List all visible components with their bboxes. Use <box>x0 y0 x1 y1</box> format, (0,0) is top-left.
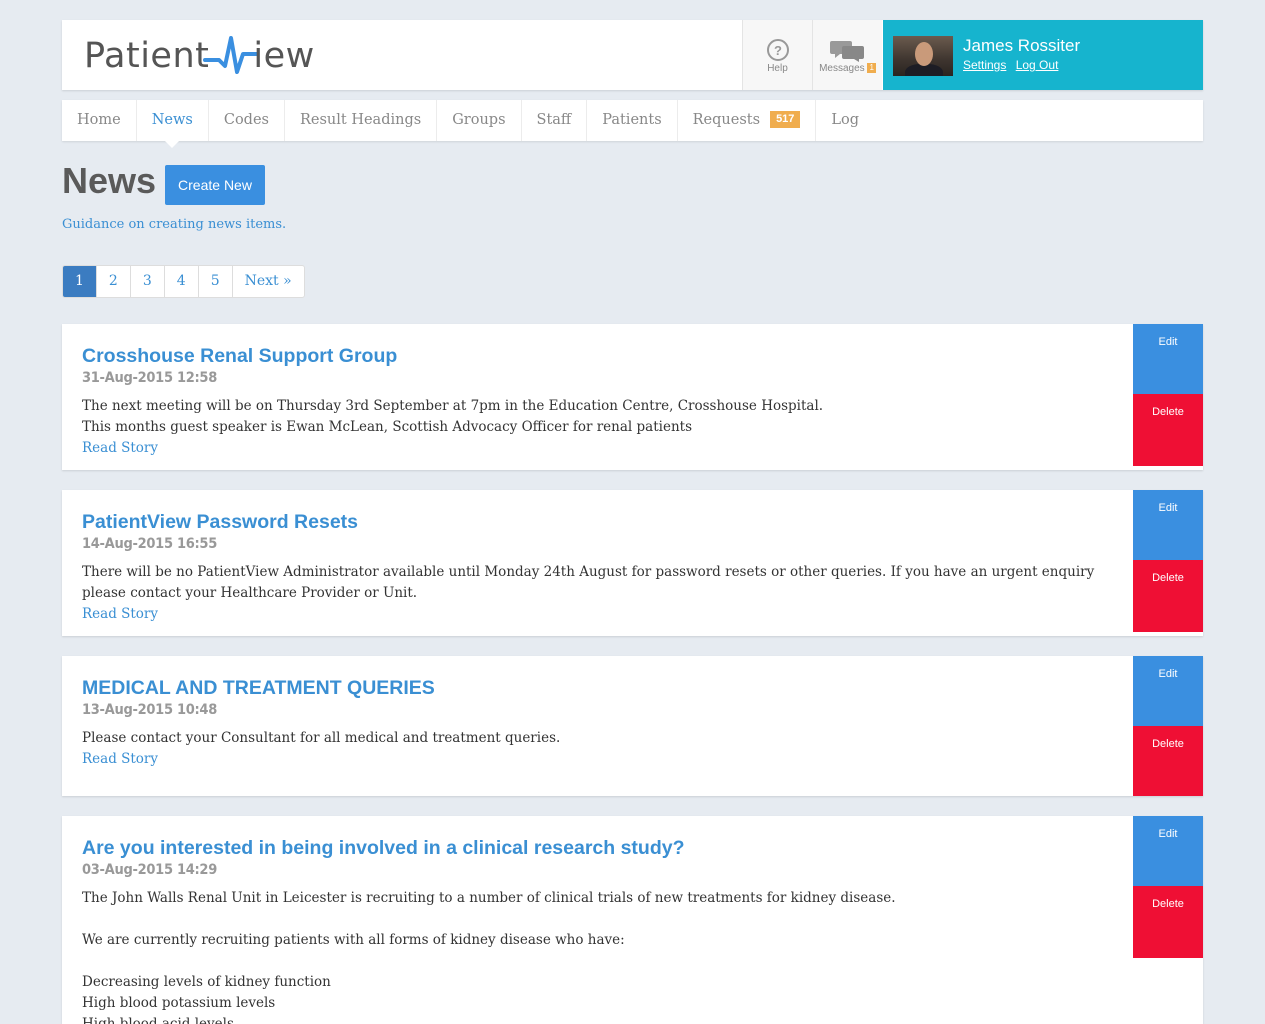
nav-news[interactable]: News <box>137 100 209 148</box>
news-date: 13-Aug-2015 10:48 <box>82 702 217 718</box>
help-icon: ? <box>766 39 789 61</box>
messages-count-badge: 1 <box>867 63 876 73</box>
nav-requests[interactable]: Requests 517 <box>678 100 817 141</box>
patientview-logo[interactable]: Patient iew <box>84 34 315 78</box>
news-date: 31-Aug-2015 12:58 <box>82 370 217 386</box>
news-text: The next meeting will be on Thursday 3rd… <box>82 396 1113 438</box>
edit-button[interactable]: Edit <box>1133 816 1203 886</box>
page-3-button[interactable]: 3 <box>131 266 165 297</box>
nav-result-headings[interactable]: Result Headings <box>285 100 438 141</box>
edit-button[interactable]: Edit <box>1133 490 1203 560</box>
nav-staff[interactable]: Staff <box>522 100 588 141</box>
delete-button[interactable]: Delete <box>1133 394 1203 466</box>
news-title[interactable]: PatientView Password Resets <box>82 510 1113 534</box>
messages-label: Messages <box>819 63 865 74</box>
next-page-button[interactable]: Next » <box>233 266 304 297</box>
read-story-link[interactable]: Read Story <box>82 749 1113 770</box>
nav-groups[interactable]: Groups <box>437 100 522 141</box>
main-nav: Home News Codes Result Headings Groups S… <box>62 100 1203 148</box>
news-item: Are you interested in being involved in … <box>62 816 1203 1024</box>
delete-button[interactable]: Delete <box>1133 886 1203 958</box>
news-line: High blood acid levels <box>82 1016 234 1024</box>
nav-requests-label: Requests <box>692 112 761 128</box>
news-text: Please contact your Consultant for all m… <box>82 728 1113 749</box>
nav-log[interactable]: Log <box>816 100 874 141</box>
read-story-link[interactable]: Read Story <box>82 604 1113 625</box>
news-line: This months guest speaker is Ewan McLean… <box>82 419 692 435</box>
news-title[interactable]: MEDICAL AND TREATMENT QUERIES <box>82 676 1113 700</box>
news-item: PatientView Password Resets 14-Aug-2015 … <box>62 490 1203 636</box>
logo-text-left: Patient <box>84 36 210 76</box>
news-line: Decreasing levels of kidney function <box>82 974 331 990</box>
news-title[interactable]: Are you interested in being involved in … <box>82 836 1113 860</box>
page-2-button[interactable]: 2 <box>97 266 131 297</box>
news-line: High blood potassium levels <box>82 995 276 1011</box>
settings-link[interactable]: Settings <box>963 58 1006 72</box>
nav-home[interactable]: Home <box>62 100 137 141</box>
avatar <box>893 36 953 76</box>
create-new-button[interactable]: Create New <box>165 165 265 205</box>
svg-text:?: ? <box>774 43 782 58</box>
pagination: 1 2 3 4 5 Next » <box>62 265 305 298</box>
user-panel: James Rossiter Settings Log Out <box>883 20 1203 90</box>
header-bar: Patient iew ? Help Messages 1 James Ross… <box>62 20 1203 90</box>
page-title: News <box>62 160 157 201</box>
news-line: The John Walls Renal Unit in Leicester i… <box>82 890 896 906</box>
page-1-button[interactable]: 1 <box>63 266 97 297</box>
page-4-button[interactable]: 4 <box>165 266 199 297</box>
edit-button[interactable]: Edit <box>1133 324 1203 394</box>
chat-bubbles-icon <box>829 41 864 62</box>
news-item: MEDICAL AND TREATMENT QUERIES 13-Aug-201… <box>62 656 1203 796</box>
delete-button[interactable]: Delete <box>1133 726 1203 796</box>
guidance-link[interactable]: Guidance on creating news items. <box>62 217 286 232</box>
news-line: There will be no PatientView Administrat… <box>82 564 1095 601</box>
help-button[interactable]: ? Help <box>742 20 812 90</box>
news-line <box>82 951 1113 972</box>
help-label: Help <box>767 63 788 74</box>
news-text: The John Walls Renal Unit in Leicester i… <box>82 888 1113 1024</box>
page-5-button[interactable]: 5 <box>199 266 233 297</box>
logo-text-right: iew <box>253 36 315 76</box>
messages-button[interactable]: Messages 1 <box>812 20 882 90</box>
nav-codes[interactable]: Codes <box>209 100 285 141</box>
nav-patients[interactable]: Patients <box>587 100 678 141</box>
news-line: The next meeting will be on Thursday 3rd… <box>82 398 824 414</box>
news-line: Please contact your Consultant for all m… <box>82 730 561 746</box>
news-line: We are currently recruiting patients wit… <box>82 932 625 948</box>
pulse-logo-icon <box>203 36 260 74</box>
news-date: 03-Aug-2015 14:29 <box>82 862 217 878</box>
read-story-link[interactable]: Read Story <box>82 438 1113 459</box>
edit-button[interactable]: Edit <box>1133 656 1203 726</box>
news-line <box>82 909 1113 930</box>
news-text: There will be no PatientView Administrat… <box>82 562 1113 604</box>
requests-count-badge: 517 <box>770 111 801 128</box>
user-name: James Rossiter <box>963 36 1081 55</box>
news-date: 14-Aug-2015 16:55 <box>82 536 217 552</box>
delete-button[interactable]: Delete <box>1133 560 1203 632</box>
news-title[interactable]: Crosshouse Renal Support Group <box>82 344 1113 368</box>
logout-link[interactable]: Log Out <box>1016 58 1059 72</box>
news-item: Crosshouse Renal Support Group 31-Aug-20… <box>62 324 1203 470</box>
